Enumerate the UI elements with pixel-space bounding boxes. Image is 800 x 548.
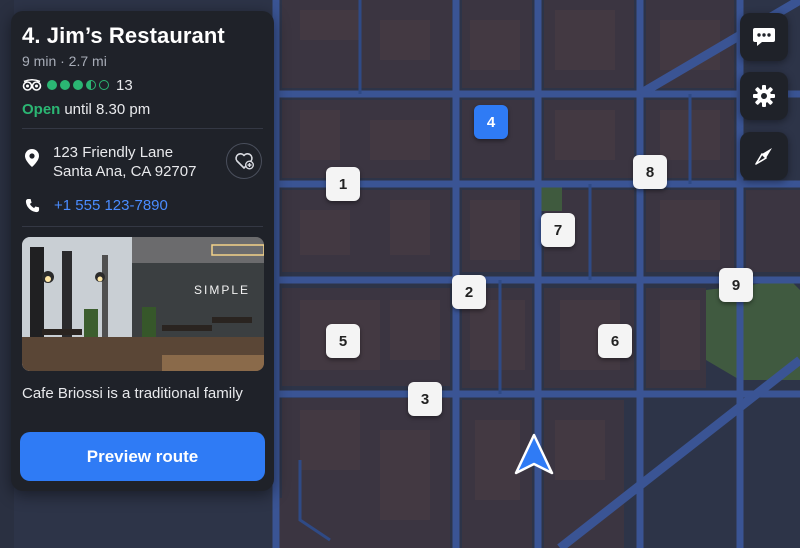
compass-button[interactable]	[740, 132, 788, 180]
map-marker-6[interactable]: 6	[598, 324, 632, 358]
open-status: Open	[22, 101, 61, 118]
restaurant-interior-image: SIMPLE	[22, 237, 264, 371]
phone-row[interactable]: +1 555 123-7890	[22, 185, 263, 226]
heart-plus-icon	[235, 153, 254, 170]
map-marker-2[interactable]: 2	[452, 275, 486, 309]
current-location-arrow-icon	[514, 433, 554, 475]
preview-route-button[interactable]: Preview route	[20, 432, 265, 481]
save-place-button[interactable]	[226, 143, 262, 179]
divider	[22, 226, 263, 227]
place-title: 4. Jim’s Restaurant	[22, 23, 225, 48]
settings-button[interactable]	[740, 72, 788, 120]
map-marker-8[interactable]: 8	[633, 155, 667, 189]
photo-sign-text: SIMPLE	[194, 283, 250, 297]
rating-row[interactable]: 13	[22, 75, 263, 95]
rating-dot-full	[60, 80, 70, 90]
rating-dot-empty	[99, 80, 109, 90]
map-marker-5[interactable]: 5	[326, 324, 360, 358]
restaurant-photo[interactable]: SIMPLE	[22, 237, 264, 371]
address-line-2: Santa Ana, CA 92707	[53, 163, 197, 180]
map-marker-7[interactable]: 7	[541, 213, 575, 247]
compass-icon	[755, 148, 772, 165]
tripadvisor-owl-icon	[22, 78, 42, 91]
map-marker-1[interactable]: 1	[326, 167, 360, 201]
review-count: 13	[116, 76, 133, 94]
place-description: Cafe Briossi is a traditional family	[22, 385, 243, 402]
place-details-card: 4. Jim’s Restaurant 9 min · 2.7 mi 13 Op…	[11, 11, 274, 491]
chat-button[interactable]	[740, 13, 788, 61]
map-marker-9[interactable]: 9	[719, 268, 753, 302]
map-marker-3[interactable]: 3	[408, 382, 442, 416]
map-marker-4-selected[interactable]: 4	[474, 105, 508, 139]
chat-icon	[753, 28, 775, 46]
rating-dot-full	[73, 80, 83, 90]
phone-icon	[25, 198, 40, 213]
location-pin-icon	[25, 149, 39, 167]
address-row[interactable]: 123 Friendly Lane Santa Ana, CA 92707	[22, 129, 263, 185]
phone-number-link[interactable]: +1 555 123-7890	[54, 197, 168, 214]
address-line-1: 123 Friendly Lane	[53, 144, 174, 161]
hours-text: until 8.30 pm	[64, 101, 151, 118]
settings-gear-icon	[753, 85, 775, 107]
rating-dot-half	[86, 80, 96, 90]
rating-dot-full	[47, 80, 57, 90]
opening-hours: Open until 8.30 pm	[22, 101, 263, 118]
travel-time-distance: 9 min · 2.7 mi	[22, 53, 107, 69]
rating-dots	[47, 80, 109, 90]
